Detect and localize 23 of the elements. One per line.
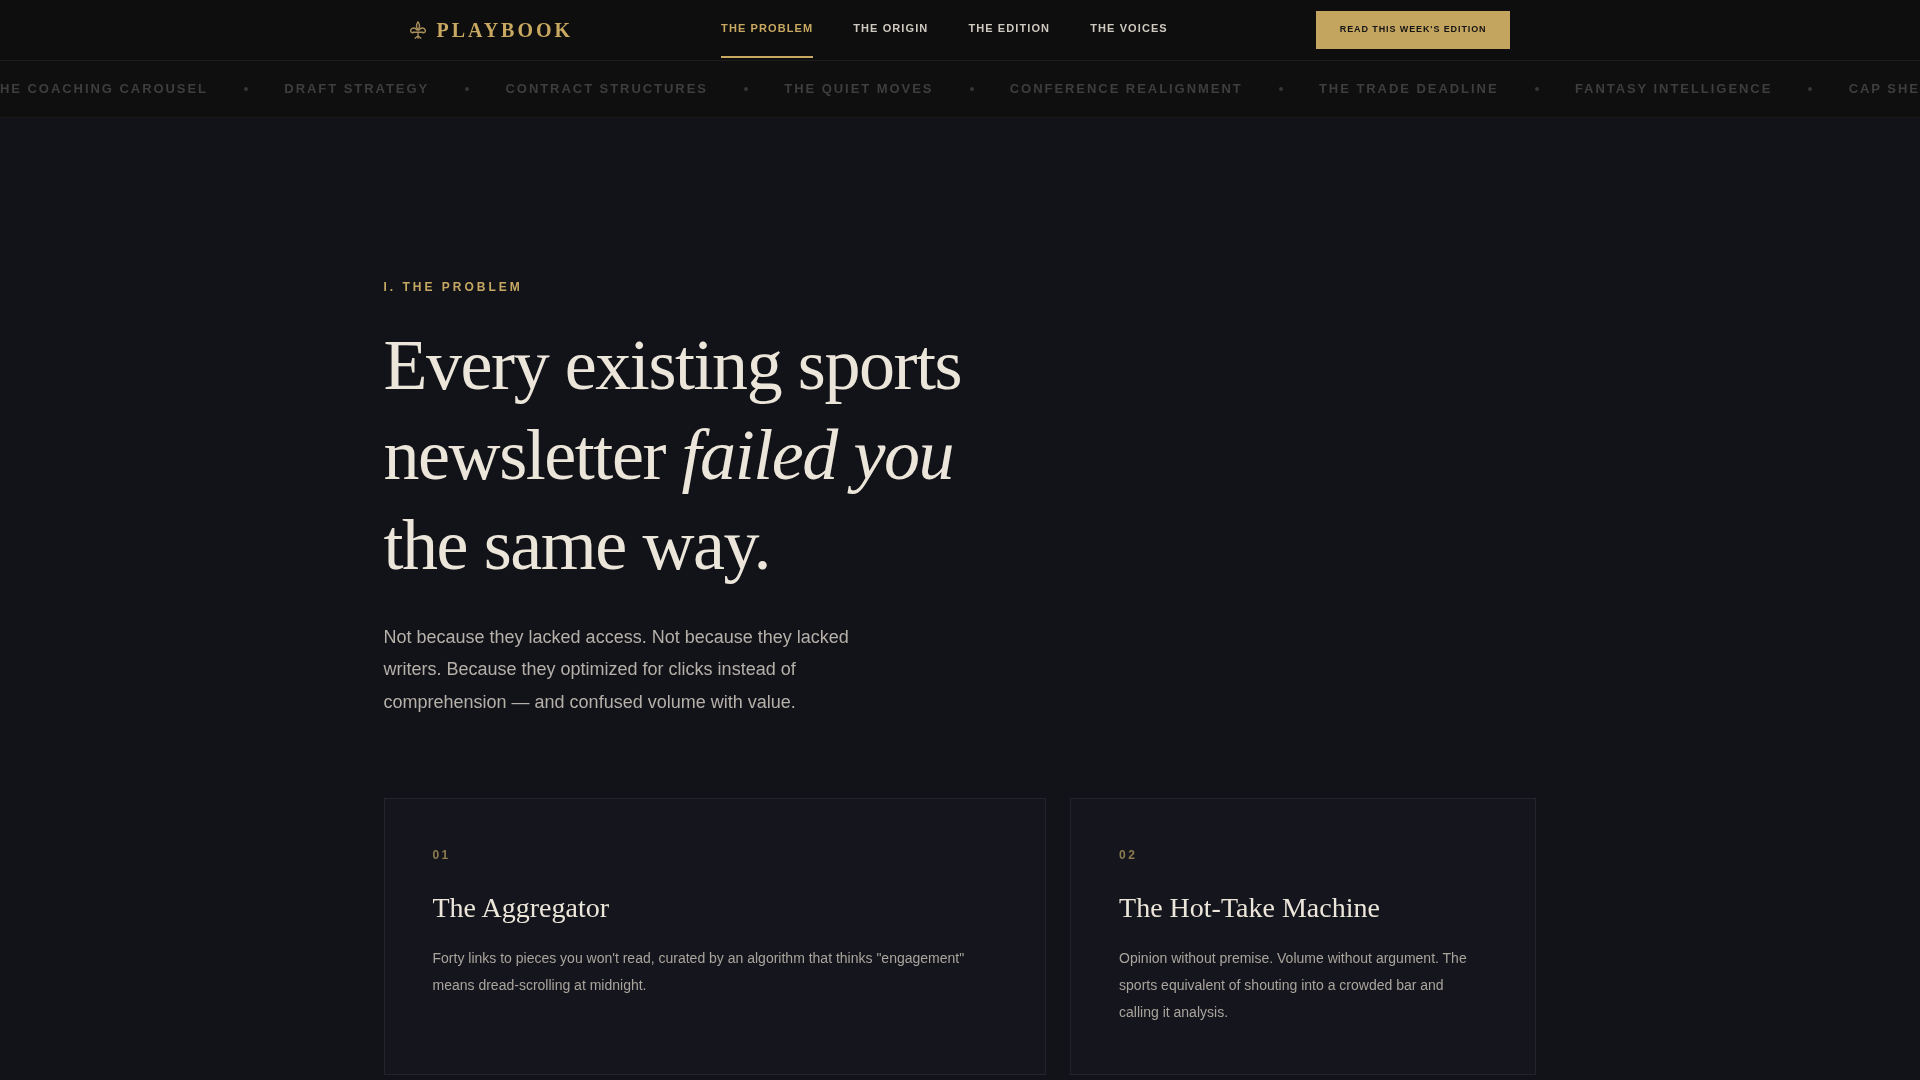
card-number: 01 <box>432 847 452 864</box>
cta-button[interactable]: READ THIS WEEK'S EDITION <box>1315 11 1511 49</box>
card-number: 02 <box>1119 847 1139 864</box>
bullet-icon <box>1534 87 1539 91</box>
card-title: The Aggregator <box>432 891 610 926</box>
nav-tab[interactable]: THE VOICES <box>1090 0 1168 58</box>
bullet-icon <box>244 87 249 91</box>
section-label: I. THE PROBLEM <box>383 279 524 296</box>
bullet-icon <box>1808 87 1813 91</box>
fleur-de-lis-icon <box>409 21 426 39</box>
hero-heading: Every existing sports newsletter failed you the same way. <box>383 324 963 587</box>
nav-tab[interactable]: THE PROBLEM <box>721 0 814 58</box>
bullet-icon <box>465 87 470 91</box>
bullet-icon <box>969 87 974 91</box>
nav-tab[interactable]: THE ORIGIN <box>853 0 929 58</box>
card-text: Forty links to pieces you won't read, curated by an algorithm that thinks "engagement" means dread-scrolling at midnight. <box>432 949 966 996</box>
bullet-icon <box>744 87 749 91</box>
card-title: The Hot-Take Machine <box>1119 891 1381 926</box>
card-text: Opinion without premise. Volume without argument. The sports equivalent of shouting into a crowded bar and calling it analysis. <box>1119 949 1468 1023</box>
hero-paragraph: Not because they lacked access. Not because they lacked writers. Because they optimized for clicks instead of comprehension — and confused volume with value. <box>383 626 850 714</box>
bullet-icon <box>1278 87 1283 91</box>
brand-logo-link[interactable]: PLAYBOOK <box>409 20 574 40</box>
nav-tab[interactable]: THE EDITION <box>968 0 1051 58</box>
